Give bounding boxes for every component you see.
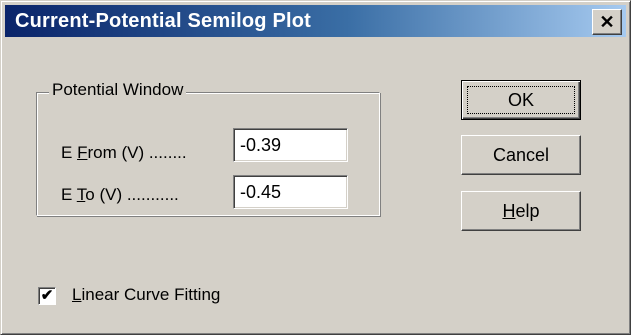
dialog-window: Current-Potential Semilog Plot ✕ Potenti… — [0, 0, 631, 335]
e-to-input[interactable]: -0.45 — [233, 175, 348, 209]
checkmark-icon: ✔ — [40, 287, 54, 304]
close-icon: ✕ — [599, 12, 615, 32]
linear-fit-label[interactable]: Linear Curve Fitting — [72, 285, 220, 305]
linear-fit-checkbox[interactable]: ✔ — [38, 287, 56, 305]
cancel-button[interactable]: Cancel — [461, 135, 581, 175]
e-to-label: E To (V) ........... — [61, 185, 179, 204]
ok-button[interactable]: OK — [461, 80, 581, 120]
dialog-title: Current-Potential Semilog Plot — [15, 10, 312, 32]
close-button[interactable]: ✕ — [592, 9, 622, 35]
focus-rect — [467, 86, 575, 114]
e-from-label: E From (V) ........ — [61, 143, 187, 162]
group-legend: Potential Window — [49, 80, 187, 100]
help-button[interactable]: Help — [461, 191, 581, 231]
e-from-input[interactable]: -0.39 — [233, 128, 348, 162]
title-bar[interactable]: Current-Potential Semilog Plot ✕ — [5, 5, 626, 37]
